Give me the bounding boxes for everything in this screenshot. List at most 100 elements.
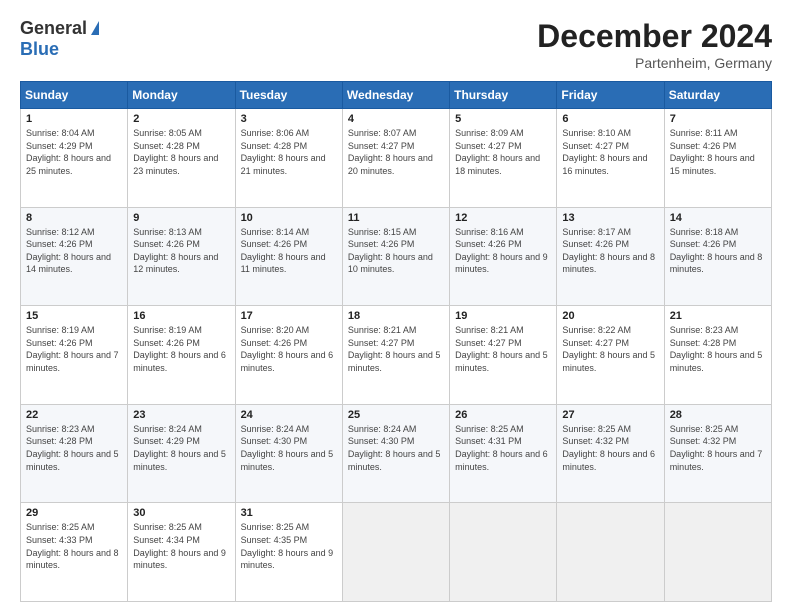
day-number: 14 xyxy=(670,212,766,224)
day-info: Sunrise: 8:13 AMSunset: 4:26 PMDaylight:… xyxy=(133,226,229,276)
calendar-cell: 23 Sunrise: 8:24 AMSunset: 4:29 PMDayligh… xyxy=(128,404,235,503)
day-number: 11 xyxy=(348,212,444,224)
calendar-week-row: 22 Sunrise: 8:23 AMSunset: 4:28 PMDayligh… xyxy=(21,404,772,503)
calendar-week-row: 29Sunrise: 8:25 AMSunset: 4:33 PMDayligh… xyxy=(21,503,772,602)
day-number: 22 xyxy=(26,409,122,421)
day-info: Sunrise: 8:25 AMSunset: 4:34 PMDaylight:… xyxy=(133,521,229,571)
calendar-header-row: SundayMondayTuesdayWednesdayThursdayFrid… xyxy=(21,82,772,109)
calendar-cell: 4Sunrise: 8:07 AMSunset: 4:27 PMDaylight… xyxy=(342,109,449,208)
day-number: 30 xyxy=(133,507,229,519)
calendar-day-header: Monday xyxy=(128,82,235,109)
day-number: 7 xyxy=(670,113,766,125)
calendar-week-row: 8Sunrise: 8:12 AMSunset: 4:26 PMDaylight… xyxy=(21,207,772,306)
day-number: 4 xyxy=(348,113,444,125)
calendar-cell: 31 Sunrise: 8:25 AMSunset: 4:35 PMDayligh… xyxy=(235,503,342,602)
day-info: Sunrise: 8:24 AMSunset: 4:29 PMDaylight:… xyxy=(133,423,229,473)
calendar-cell: 18 Sunrise: 8:21 AMSunset: 4:27 PMDayligh… xyxy=(342,306,449,405)
day-info: Sunrise: 8:25 AMSunset: 4:32 PMDaylight:… xyxy=(562,423,658,473)
calendar-cell: 26Sunrise: 8:25 AMSunset: 4:31 PMDayligh… xyxy=(450,404,557,503)
calendar-cell: 2Sunrise: 8:05 AMSunset: 4:28 PMDaylight… xyxy=(128,109,235,208)
day-number: 12 xyxy=(455,212,551,224)
calendar-cell: 1Sunrise: 8:04 AMSunset: 4:29 PMDaylight… xyxy=(21,109,128,208)
calendar-day-header: Saturday xyxy=(664,82,771,109)
day-number: 18 xyxy=(348,310,444,322)
calendar-cell: 30 Sunrise: 8:25 AMSunset: 4:34 PMDayligh… xyxy=(128,503,235,602)
day-number: 20 xyxy=(562,310,658,322)
day-info: Sunrise: 8:06 AMSunset: 4:28 PMDaylight:… xyxy=(241,127,337,177)
day-info: Sunrise: 8:14 AMSunset: 4:26 PMDaylight:… xyxy=(241,226,337,276)
page: General Blue December 2024 Partenheim, G… xyxy=(0,0,792,612)
day-info: Sunrise: 8:24 AMSunset: 4:30 PMDaylight:… xyxy=(241,423,337,473)
day-info: Sunrise: 8:25 AMSunset: 4:31 PMDaylight:… xyxy=(455,423,551,473)
calendar-cell: 8Sunrise: 8:12 AMSunset: 4:26 PMDaylight… xyxy=(21,207,128,306)
header: General Blue December 2024 Partenheim, G… xyxy=(20,18,772,71)
day-info: Sunrise: 8:10 AMSunset: 4:27 PMDaylight:… xyxy=(562,127,658,177)
day-number: 27 xyxy=(562,409,658,421)
day-number: 28 xyxy=(670,409,766,421)
calendar-cell: 5 Sunrise: 8:09 AMSunset: 4:27 PMDaylight… xyxy=(450,109,557,208)
day-info: Sunrise: 8:20 AMSunset: 4:26 PMDaylight:… xyxy=(241,324,337,374)
day-number: 1 xyxy=(26,113,122,125)
calendar-table: SundayMondayTuesdayWednesdayThursdayFrid… xyxy=(20,81,772,602)
day-info: Sunrise: 8:21 AMSunset: 4:27 PMDaylight:… xyxy=(348,324,444,374)
calendar-day-header: Wednesday xyxy=(342,82,449,109)
logo: General Blue xyxy=(20,18,99,60)
day-info: Sunrise: 8:22 AMSunset: 4:27 PMDaylight:… xyxy=(562,324,658,374)
title-block: December 2024 Partenheim, Germany xyxy=(537,18,772,71)
calendar-day-header: Tuesday xyxy=(235,82,342,109)
day-info: Sunrise: 8:25 AMSunset: 4:35 PMDaylight:… xyxy=(241,521,337,571)
day-info: Sunrise: 8:09 AMSunset: 4:27 PMDaylight:… xyxy=(455,127,551,177)
calendar-cell: 6 Sunrise: 8:10 AMSunset: 4:27 PMDaylight… xyxy=(557,109,664,208)
day-info: Sunrise: 8:19 AMSunset: 4:26 PMDaylight:… xyxy=(26,324,122,374)
day-info: Sunrise: 8:15 AMSunset: 4:26 PMDaylight:… xyxy=(348,226,444,276)
logo-general-text: General xyxy=(20,18,87,39)
calendar-cell: 25 Sunrise: 8:24 AMSunset: 4:30 PMDayligh… xyxy=(342,404,449,503)
day-info: Sunrise: 8:18 AMSunset: 4:26 PMDaylight:… xyxy=(670,226,766,276)
calendar-cell: 7 Sunrise: 8:11 AMSunset: 4:26 PMDaylight… xyxy=(664,109,771,208)
day-number: 6 xyxy=(562,113,658,125)
day-info: Sunrise: 8:21 AMSunset: 4:27 PMDaylight:… xyxy=(455,324,551,374)
calendar-cell: 20 Sunrise: 8:22 AMSunset: 4:27 PMDayligh… xyxy=(557,306,664,405)
day-info: Sunrise: 8:11 AMSunset: 4:26 PMDaylight:… xyxy=(670,127,766,177)
day-info: Sunrise: 8:24 AMSunset: 4:30 PMDaylight:… xyxy=(348,423,444,473)
day-number: 9 xyxy=(133,212,229,224)
day-info: Sunrise: 8:25 AMSunset: 4:32 PMDaylight:… xyxy=(670,423,766,473)
calendar-cell: 3 Sunrise: 8:06 AMSunset: 4:28 PMDaylight… xyxy=(235,109,342,208)
title-location: Partenheim, Germany xyxy=(537,55,772,71)
day-info: Sunrise: 8:12 AMSunset: 4:26 PMDaylight:… xyxy=(26,226,122,276)
calendar-cell: 19 Sunrise: 8:21 AMSunset: 4:27 PMDayligh… xyxy=(450,306,557,405)
calendar-cell: 17 Sunrise: 8:20 AMSunset: 4:26 PMDayligh… xyxy=(235,306,342,405)
calendar-cell: 12Sunrise: 8:16 AMSunset: 4:26 PMDayligh… xyxy=(450,207,557,306)
day-number: 13 xyxy=(562,212,658,224)
day-info: Sunrise: 8:05 AMSunset: 4:28 PMDaylight:… xyxy=(133,127,229,177)
day-number: 15 xyxy=(26,310,122,322)
title-month: December 2024 xyxy=(537,18,772,55)
day-number: 23 xyxy=(133,409,229,421)
calendar-cell: 28 Sunrise: 8:25 AMSunset: 4:32 PMDayligh… xyxy=(664,404,771,503)
day-number: 17 xyxy=(241,310,337,322)
day-info: Sunrise: 8:23 AMSunset: 4:28 PMDaylight:… xyxy=(26,423,122,473)
day-info: Sunrise: 8:23 AMSunset: 4:28 PMDaylight:… xyxy=(670,324,766,374)
calendar-cell xyxy=(450,503,557,602)
day-number: 3 xyxy=(241,113,337,125)
day-number: 29 xyxy=(26,507,122,519)
day-info: Sunrise: 8:17 AMSunset: 4:26 PMDaylight:… xyxy=(562,226,658,276)
calendar-cell xyxy=(557,503,664,602)
calendar-cell: 29Sunrise: 8:25 AMSunset: 4:33 PMDayligh… xyxy=(21,503,128,602)
day-number: 19 xyxy=(455,310,551,322)
calendar-cell: 14 Sunrise: 8:18 AMSunset: 4:26 PMDayligh… xyxy=(664,207,771,306)
day-number: 25 xyxy=(348,409,444,421)
calendar-cell xyxy=(342,503,449,602)
day-number: 10 xyxy=(241,212,337,224)
logo-blue-text: Blue xyxy=(20,39,59,60)
day-number: 31 xyxy=(241,507,337,519)
day-number: 5 xyxy=(455,113,551,125)
calendar-cell xyxy=(664,503,771,602)
day-number: 16 xyxy=(133,310,229,322)
day-number: 24 xyxy=(241,409,337,421)
calendar-day-header: Sunday xyxy=(21,82,128,109)
calendar-cell: 9 Sunrise: 8:13 AMSunset: 4:26 PMDaylight… xyxy=(128,207,235,306)
calendar-cell: 13 Sunrise: 8:17 AMSunset: 4:26 PMDayligh… xyxy=(557,207,664,306)
calendar-cell: 15 Sunrise: 8:19 AMSunset: 4:26 PMDayligh… xyxy=(21,306,128,405)
day-number: 21 xyxy=(670,310,766,322)
